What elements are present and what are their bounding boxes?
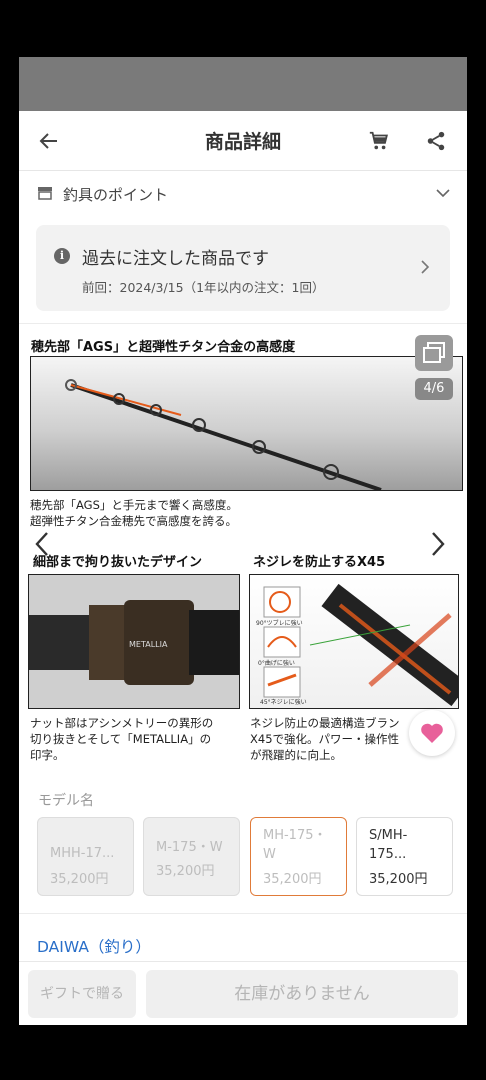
chevron-down-icon[interactable] xyxy=(435,185,451,201)
model-price: 35,200円 xyxy=(369,872,428,887)
model-price: 35,200円 xyxy=(50,872,109,887)
desc-line: X45で強化。パワー・操作性 xyxy=(250,732,400,746)
chevron-right-icon[interactable] xyxy=(429,530,447,558)
x45-label-b: 0°曲げに強い xyxy=(258,659,295,667)
cart-icon[interactable] xyxy=(368,130,390,152)
model-name: M-175・W xyxy=(156,840,223,855)
reel-seat-image: METALLIA xyxy=(28,574,240,709)
model-name: MH-175・W xyxy=(263,828,327,862)
model-option[interactable]: MHH-17... 35,200円 xyxy=(37,817,134,896)
divider xyxy=(19,323,467,324)
desc-line: ネジレ防止の最適構造ブラン xyxy=(250,716,400,730)
desc-line: 超弾性チタン合金穂先で高感度を誇る。 xyxy=(30,514,237,528)
gallery-caption-1: 穂先部「AGS」と超弾性チタン合金の高感度 xyxy=(31,340,296,355)
out-of-stock-button[interactable]: 在庫がありません xyxy=(146,970,458,1018)
store-icon xyxy=(38,187,52,200)
gallery-description-1: 穂先部「AGS」と手元まで響く高感度。 超弾性チタン合金穂先で高感度を誇る。 xyxy=(30,497,238,529)
desc-line: 印字。 xyxy=(30,748,65,762)
model-option-selected[interactable]: MH-175・W 35,200円 xyxy=(250,817,347,896)
bottom-action-bar: ギフトで贈る 在庫がありません xyxy=(19,961,467,1025)
model-name: S/MH-175... xyxy=(369,828,408,862)
model-price: 35,200円 xyxy=(156,864,215,879)
product-image-gallery[interactable]: 穂先部「AGS」と超弾性チタン合金の高感度 穂先部「AGS」と手元まで響く高感度… xyxy=(19,327,467,777)
desc-line: 切り抜きとそして「METALLIA」の xyxy=(30,732,212,746)
rod-tip-image xyxy=(30,356,463,491)
page-title: 商品詳細 xyxy=(204,131,281,153)
points-section[interactable]: 釣具のポイント xyxy=(19,171,467,217)
heart-icon xyxy=(421,723,443,743)
brand-link[interactable]: DAIWA（釣り） xyxy=(37,935,151,957)
desc-line: 穂先部「AGS」と手元まで響く高感度。 xyxy=(30,498,238,512)
info-icon: i xyxy=(54,248,70,264)
divider xyxy=(19,913,467,914)
model-name: MHH-17... xyxy=(50,846,115,861)
gallery-description-3: ネジレ防止の最適構造ブラン X45で強化。パワー・操作性 が飛躍的に向上。 xyxy=(250,715,430,763)
x45-label-a: 90°ツブレに強い xyxy=(256,619,303,627)
status-bar xyxy=(19,57,467,111)
reel-seat-label: METALLIA xyxy=(129,640,168,649)
desc-line: が飛躍的に向上。 xyxy=(250,748,342,762)
model-option[interactable]: M-175・W 35,200円 xyxy=(143,817,240,896)
app-screen: 商品詳細 釣具のポイント i 過去に注文した商品です 前回：2024/3/15（… xyxy=(19,57,467,1025)
chevron-left-icon[interactable] xyxy=(33,530,51,558)
favorite-button[interactable] xyxy=(409,710,455,756)
image-list-icon[interactable] xyxy=(415,335,453,371)
x45-label-c: 45°ネジレに強い xyxy=(260,698,307,706)
desc-line: ナット部はアシンメトリーの異形の xyxy=(30,716,214,730)
gift-button[interactable]: ギフトで贈る xyxy=(28,970,136,1018)
gallery-description-2: ナット部はアシンメトリーの異形の 切り抜きとそして「METALLIA」の 印字。 xyxy=(30,715,235,763)
order-history-card[interactable]: i 過去に注文した商品です 前回：2024/3/15（1年以内の注文：1回） xyxy=(36,225,450,311)
points-label: 釣具のポイント xyxy=(63,186,169,204)
gallery-caption-3: ネジレを防止するX45 xyxy=(253,555,386,570)
model-option[interactable]: S/MH-175... 35,200円 xyxy=(356,817,453,896)
chevron-right-icon xyxy=(421,260,430,274)
share-icon[interactable] xyxy=(425,129,447,153)
model-label: モデル名 xyxy=(38,793,94,809)
order-history-detail: 前回：2024/3/15（1年以内の注文：1回） xyxy=(82,280,325,295)
model-price: 35,200円 xyxy=(263,872,322,887)
app-bar: 商品詳細 xyxy=(19,111,467,171)
image-counter: 4/6 xyxy=(415,378,453,400)
gallery-caption-2: 細部まで拘り抜いたデザイン xyxy=(33,555,203,570)
order-history-title: 過去に注文した商品です xyxy=(82,249,269,269)
x45-structure-image: 90°ツブレに強い 0°曲げに強い 45°ネジレに強い xyxy=(249,574,459,709)
